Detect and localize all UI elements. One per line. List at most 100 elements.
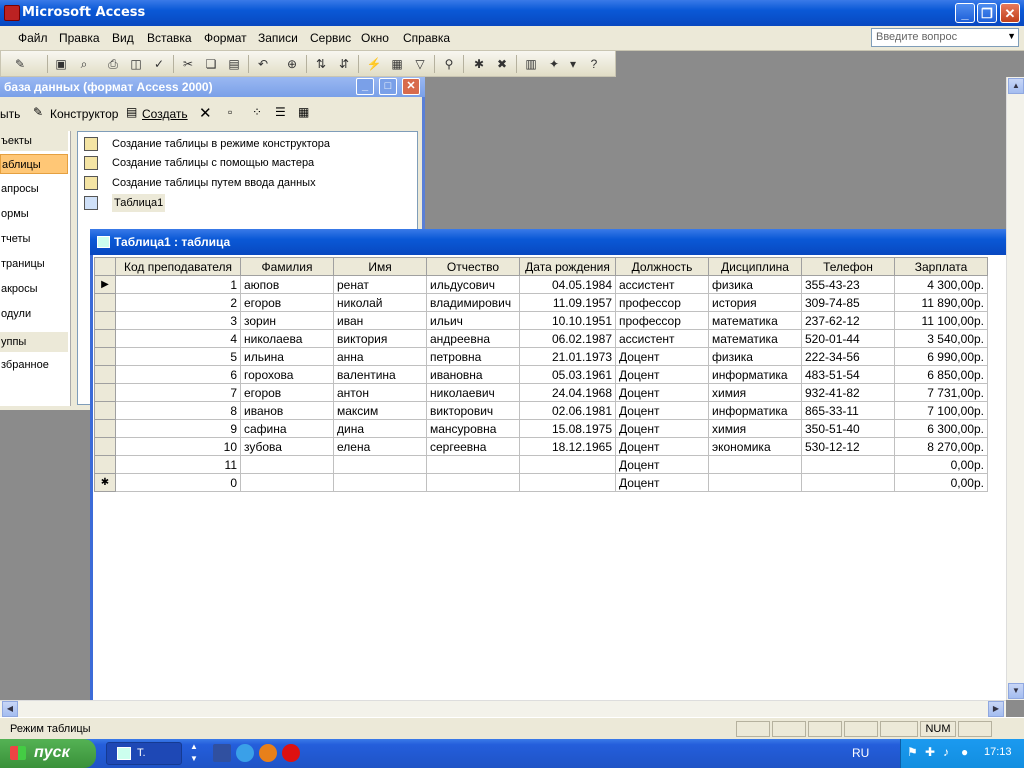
- table-cell[interactable]: 6: [115, 365, 241, 384]
- groups-header[interactable]: уппы: [0, 332, 68, 352]
- table-row[interactable]: ✱ 0 Доцент 0,00р.: [94, 473, 988, 492]
- column-header[interactable]: Зарплата: [894, 257, 988, 276]
- save-quicklaunch-icon[interactable]: [213, 744, 231, 762]
- table-cell[interactable]: 350-51-40: [801, 419, 895, 438]
- language-indicator[interactable]: RU: [852, 746, 869, 760]
- table-cell[interactable]: физика: [708, 347, 802, 366]
- delete-record-icon[interactable]: ✖: [493, 55, 511, 73]
- table-cell[interactable]: [333, 473, 427, 492]
- table-cell[interactable]: 0: [115, 473, 241, 492]
- menu-view[interactable]: Вид: [112, 31, 134, 45]
- table-cell[interactable]: владимирович: [426, 293, 520, 312]
- ask-question-box[interactable]: Введите вопрос ▼: [871, 28, 1019, 47]
- menu-file[interactable]: Файл: [18, 31, 48, 45]
- menu-help[interactable]: Справка: [403, 31, 450, 45]
- menu-format[interactable]: Формат: [204, 31, 247, 45]
- table-row[interactable]: 7 егоров антон николаевич 24.04.1968 Доцент хи…: [94, 383, 988, 402]
- table-cell[interactable]: сафина: [240, 419, 334, 438]
- record-selector[interactable]: [94, 401, 116, 420]
- table-cell[interactable]: 222-34-56: [801, 347, 895, 366]
- table-cell[interactable]: 5: [115, 347, 241, 366]
- table-row[interactable]: 3 зорин иван ильич 10.10.1951 профессор матема…: [94, 311, 988, 330]
- sidebar-item-forms[interactable]: ормы: [0, 204, 68, 224]
- volume-icon[interactable]: ♪: [943, 745, 949, 759]
- table-cell[interactable]: ассистент: [615, 329, 709, 348]
- database-window-icon[interactable]: ▥: [522, 55, 540, 73]
- table-cell[interactable]: егоров: [240, 293, 334, 312]
- scroll-up-icon[interactable]: ▲: [1008, 78, 1024, 94]
- table-cell[interactable]: 21.01.1973: [519, 347, 616, 366]
- table-cell[interactable]: 6 850,00р.: [894, 365, 988, 384]
- column-header[interactable]: Должность: [615, 257, 709, 276]
- table-cell[interactable]: 11: [115, 455, 241, 474]
- table-cell[interactable]: Доцент: [615, 473, 709, 492]
- table-cell[interactable]: николай: [333, 293, 427, 312]
- restore-button[interactable]: ❐: [977, 3, 997, 23]
- table-cell[interactable]: информатика: [708, 365, 802, 384]
- table-row[interactable]: 9 сафина дина мансуровна 15.08.1975 Доцент хим…: [94, 419, 988, 438]
- table-cell[interactable]: [801, 455, 895, 474]
- table-cell[interactable]: 1: [115, 275, 241, 294]
- record-selector[interactable]: [94, 365, 116, 384]
- table-cell[interactable]: 6 990,00р.: [894, 347, 988, 366]
- table-cell[interactable]: 04.05.1984: [519, 275, 616, 294]
- chevron-down-icon[interactable]: ▾: [564, 55, 582, 73]
- table-cell[interactable]: история: [708, 293, 802, 312]
- table-cell[interactable]: 865-33-11: [801, 401, 895, 420]
- table-cell[interactable]: 24.04.1968: [519, 383, 616, 402]
- table-cell[interactable]: петровна: [426, 347, 520, 366]
- table-cell[interactable]: дина: [333, 419, 427, 438]
- table-cell[interactable]: 11 100,00р.: [894, 311, 988, 330]
- ie-icon[interactable]: [236, 744, 254, 762]
- table-cell[interactable]: 520-01-44: [801, 329, 895, 348]
- table-row[interactable]: 11 Доцент 0,00р.: [94, 455, 988, 474]
- table-cell[interactable]: [519, 455, 616, 474]
- table-row[interactable]: 6 горохова валентина ивановна 05.03.1961 Доце…: [94, 365, 988, 384]
- menu-insert[interactable]: Вставка: [147, 31, 192, 45]
- chevron-down-icon[interactable]: ▼: [1007, 31, 1016, 41]
- record-selector[interactable]: [94, 455, 116, 474]
- record-selector[interactable]: [94, 419, 116, 438]
- db-close-button[interactable]: ✕: [402, 78, 420, 95]
- print-icon[interactable]: ⎙: [104, 55, 122, 73]
- table-cell[interactable]: 0,00р.: [894, 455, 988, 474]
- column-header[interactable]: Дисциплина: [708, 257, 802, 276]
- table-cell[interactable]: Доцент: [615, 455, 709, 474]
- table-row[interactable]: 8 иванов максим викторович 02.06.1981 Доцент и…: [94, 401, 988, 420]
- table-cell[interactable]: 8: [115, 401, 241, 420]
- table-cell[interactable]: [519, 473, 616, 492]
- table-cell[interactable]: егоров: [240, 383, 334, 402]
- table-cell[interactable]: 7 731,00р.: [894, 383, 988, 402]
- table-cell[interactable]: [708, 455, 802, 474]
- list-icon[interactable]: ☰: [275, 105, 286, 119]
- start-button[interactable]: пуск: [0, 739, 96, 768]
- table-cell[interactable]: максим: [333, 401, 427, 420]
- create-button[interactable]: Создать: [142, 107, 188, 121]
- print-preview-icon[interactable]: ◫: [127, 55, 145, 73]
- table-cell[interactable]: 3: [115, 311, 241, 330]
- table-row[interactable]: ▶ 1 аюпов ренат ильдусович 04.05.1984 ассистен…: [94, 275, 988, 294]
- record-selector[interactable]: [94, 347, 116, 366]
- table-cell[interactable]: 483-51-54: [801, 365, 895, 384]
- sidebar-item-favorites[interactable]: збранное: [0, 355, 68, 375]
- hyperlink-icon[interactable]: ⊕: [283, 55, 301, 73]
- table-cell[interactable]: профессор: [615, 293, 709, 312]
- menu-records[interactable]: Записи: [258, 31, 298, 45]
- scroll-right-icon[interactable]: ▶: [988, 701, 1004, 717]
- file-search-icon[interactable]: ⌕: [75, 55, 93, 73]
- details-icon[interactable]: ▦: [298, 105, 309, 119]
- sidebar-item-pages[interactable]: траницы: [0, 254, 68, 274]
- table-cell[interactable]: зорин: [240, 311, 334, 330]
- record-selector[interactable]: [94, 383, 116, 402]
- apply-filter-icon[interactable]: ▽: [411, 55, 429, 73]
- table-cell[interactable]: ассистент: [615, 275, 709, 294]
- open-button[interactable]: ыть: [0, 107, 20, 121]
- paste-icon[interactable]: ▤: [225, 55, 243, 73]
- table-cell[interactable]: 309-74-85: [801, 293, 895, 312]
- table-cell[interactable]: профессор: [615, 311, 709, 330]
- table-cell[interactable]: елена: [333, 437, 427, 456]
- table-cell[interactable]: физика: [708, 275, 802, 294]
- view-icon[interactable]: ✎: [11, 55, 29, 73]
- close-button[interactable]: ✕: [1000, 3, 1020, 23]
- table-cell[interactable]: химия: [708, 383, 802, 402]
